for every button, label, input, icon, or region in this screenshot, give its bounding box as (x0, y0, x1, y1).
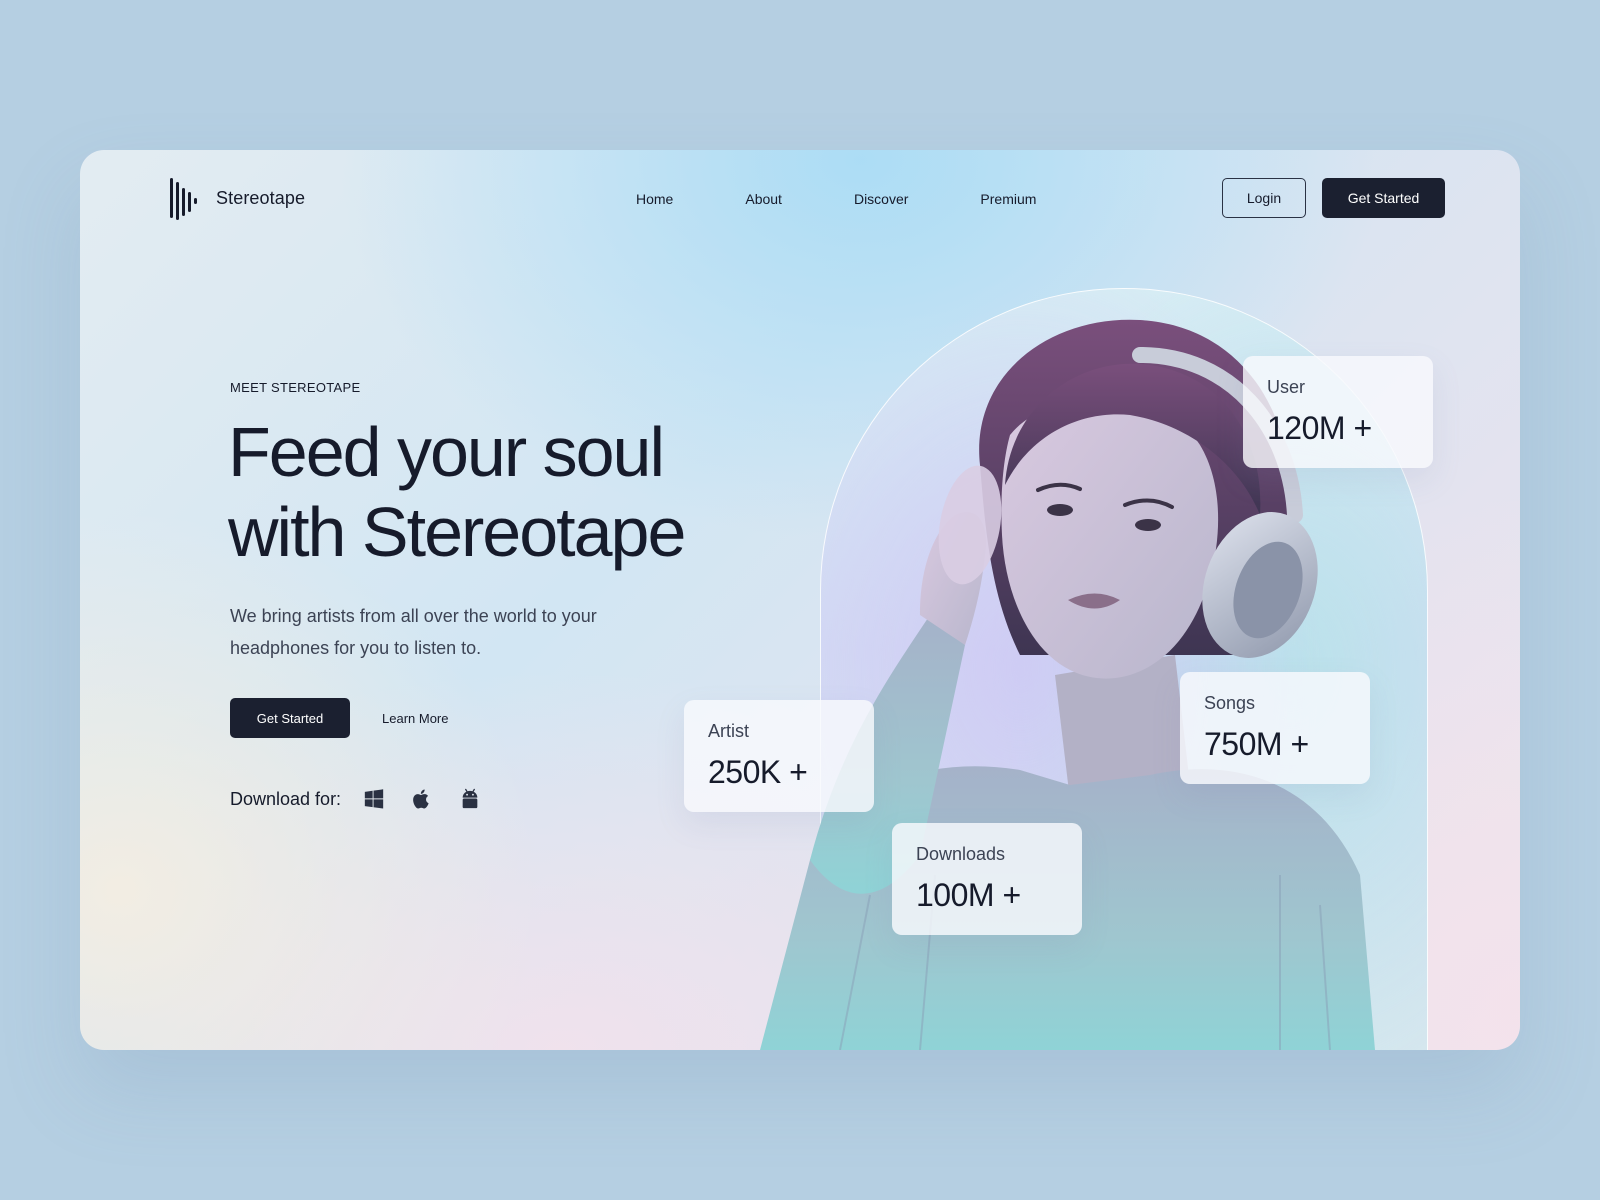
hero-get-started-button[interactable]: Get Started (230, 698, 350, 738)
login-button[interactable]: Login (1222, 178, 1306, 218)
landing-card: Stereotape Home About Discover Premium L… (80, 150, 1520, 1050)
nav-item-premium[interactable]: Premium (944, 190, 1072, 208)
apple-icon[interactable] (411, 788, 433, 810)
hero-eyebrow: MEET STEREOTAPE (230, 380, 361, 395)
stat-card-user: User 120M + (1243, 356, 1433, 468)
waveform-logo-icon (170, 178, 197, 220)
nav-item-home[interactable]: Home (600, 190, 709, 208)
brand-logo[interactable]: Stereotape (168, 176, 305, 220)
hero-headline-line-1: Feed your soul (228, 413, 665, 491)
stat-label: User (1267, 377, 1306, 397)
stat-label: Artist (708, 721, 750, 741)
hero-headline-line-2: with Stereotape (228, 493, 686, 571)
nav-item-discover[interactable]: Discover (818, 190, 944, 208)
header-get-started-button[interactable]: Get Started (1322, 178, 1445, 218)
brand-name: Stereotape (216, 187, 306, 208)
windows-icon[interactable] (363, 788, 385, 810)
stat-value: 100M + (916, 877, 1021, 913)
download-label: Download for: (230, 788, 342, 809)
learn-more-button[interactable]: Learn More (368, 698, 462, 738)
android-icon[interactable] (459, 788, 481, 810)
hero-subtitle: We bring artists from all over the world… (230, 606, 597, 658)
stat-value: 120M + (1267, 410, 1372, 446)
main-nav: Home About Discover Premium (600, 190, 1072, 208)
stat-card-artist: Artist 250K + (684, 700, 874, 812)
stat-label: Downloads (916, 844, 1006, 864)
hero-headline: Feed your soul with Stereotape (228, 412, 686, 572)
stat-card-downloads: Downloads 100M + (892, 823, 1082, 935)
stat-card-songs: Songs 750M + (1180, 672, 1370, 784)
stat-value: 250K + (708, 754, 808, 790)
stat-label: Songs (1204, 693, 1256, 713)
stat-value: 750M + (1204, 726, 1309, 762)
download-row: Download for: (230, 788, 481, 810)
nav-item-about[interactable]: About (709, 190, 818, 208)
